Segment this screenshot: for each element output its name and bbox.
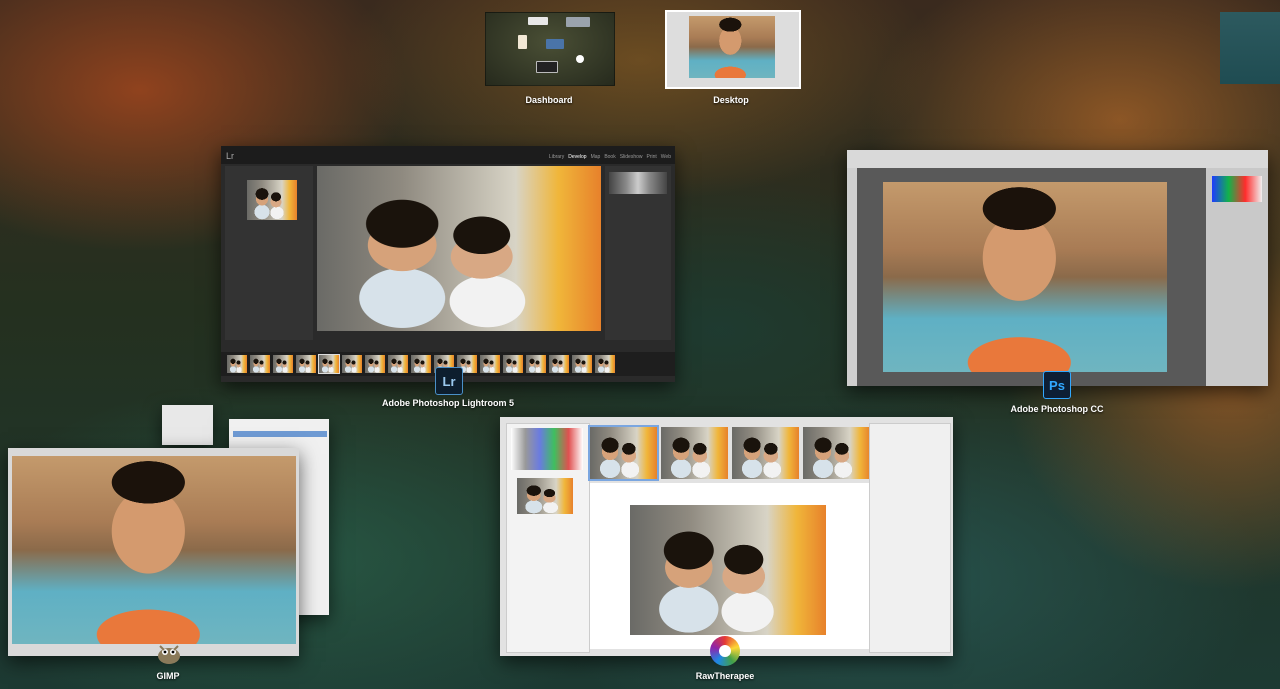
lightroom-main-photo — [317, 166, 601, 331]
dashboard-clock-widget — [576, 55, 584, 63]
filmstrip-thumb[interactable] — [803, 427, 870, 479]
filmstrip-thumb[interactable] — [388, 355, 408, 373]
dashboard-widget — [536, 61, 558, 73]
module-slideshow[interactable]: Slideshow — [620, 154, 643, 160]
filmstrip-thumb[interactable] — [250, 355, 270, 373]
rawtherapee-aperture-icon[interactable] — [710, 636, 740, 666]
gimp-image-window[interactable] — [8, 448, 299, 656]
filmstrip-thumb[interactable] — [342, 355, 362, 373]
rawtherapee-window[interactable] — [500, 417, 953, 656]
module-print[interactable]: Print — [647, 154, 657, 160]
module-library[interactable]: Library — [549, 154, 564, 160]
filmstrip-thumb[interactable] — [526, 355, 546, 373]
rawtherapee-editor — [590, 483, 870, 649]
histogram — [1212, 176, 1262, 202]
filmstrip-thumb[interactable] — [661, 427, 728, 479]
lightroom-window[interactable]: Lr Library Develop Map Book Slideshow Pr… — [221, 146, 675, 382]
photoshop-app-icon[interactable]: Ps — [1043, 371, 1071, 399]
navigator-preview — [517, 478, 573, 514]
filmstrip-thumb[interactable] — [227, 355, 247, 373]
module-web[interactable]: Web — [661, 154, 671, 160]
dashboard-label: Dashboard — [525, 95, 573, 105]
filmstrip-thumb[interactable] — [732, 427, 799, 479]
rawtherapee-window-label: RawTherapee — [695, 671, 755, 681]
rawtherapee-tools-panel — [869, 423, 951, 653]
gimp-window-label: GIMP — [156, 671, 180, 681]
filmstrip-thumb[interactable] — [365, 355, 385, 373]
desktop-thumbnail-photo — [689, 16, 775, 78]
navigator-preview — [247, 180, 297, 220]
photoshop-options-bar — [847, 150, 1268, 168]
filmstrip-thumb[interactable] — [411, 355, 431, 373]
photoshop-window[interactable] — [847, 150, 1268, 386]
filmstrip-thumb[interactable] — [549, 355, 569, 373]
rawtherapee-filmstrip — [588, 425, 870, 481]
filmstrip-thumb[interactable] — [588, 425, 659, 481]
module-map[interactable]: Map — [591, 154, 601, 160]
filmstrip-thumb[interactable] — [296, 355, 316, 373]
lightroom-right-panel — [605, 166, 671, 340]
gimp-canvas-photo — [12, 456, 296, 644]
photoshop-toolbar — [847, 168, 857, 386]
filmstrip-thumb[interactable] — [273, 355, 293, 373]
lightroom-app-icon[interactable]: Lr — [435, 367, 463, 395]
rawtherapee-main-photo — [630, 505, 826, 635]
filmstrip-thumb[interactable] — [480, 355, 500, 373]
gimp-toolbox-window[interactable] — [162, 405, 213, 445]
module-develop[interactable]: Develop — [568, 154, 586, 160]
lightroom-window-label: Adobe Photoshop Lightroom 5 — [382, 398, 514, 408]
dashboard-widget — [566, 17, 590, 27]
filmstrip-thumb[interactable] — [503, 355, 523, 373]
histogram — [511, 428, 583, 470]
dashboard-widget — [546, 39, 564, 49]
dashboard-widget — [518, 35, 527, 49]
filmstrip-thumb[interactable] — [595, 355, 615, 373]
rawtherapee-left-panel — [506, 423, 590, 653]
desktop-space-thumbnail[interactable] — [665, 10, 801, 89]
photoshop-window-label: Adobe Photoshop CC — [1010, 404, 1104, 414]
lightroom-module-picker: Library Develop Map Book Slideshow Print… — [549, 154, 671, 160]
filmstrip-thumb[interactable] — [318, 354, 340, 374]
dashboard-space-thumbnail[interactable] — [485, 12, 615, 86]
lightroom-left-panel — [225, 166, 313, 340]
histogram — [609, 172, 667, 194]
photoshop-panels — [1206, 168, 1268, 386]
lightroom-logo: Lr — [226, 151, 235, 161]
gimp-layer-row[interactable] — [233, 431, 327, 437]
photoshop-canvas-photo — [883, 182, 1167, 372]
filmstrip-thumb[interactable] — [572, 355, 592, 373]
dashboard-widget — [528, 17, 548, 25]
additional-space-thumbnail[interactable] — [1220, 12, 1280, 84]
module-book[interactable]: Book — [604, 154, 615, 160]
desktop-label: Desktop — [713, 95, 749, 105]
lightroom-module-bar: Lr Library Develop Map Book Slideshow Pr… — [221, 146, 675, 164]
gimp-wilber-icon[interactable] — [154, 640, 184, 666]
